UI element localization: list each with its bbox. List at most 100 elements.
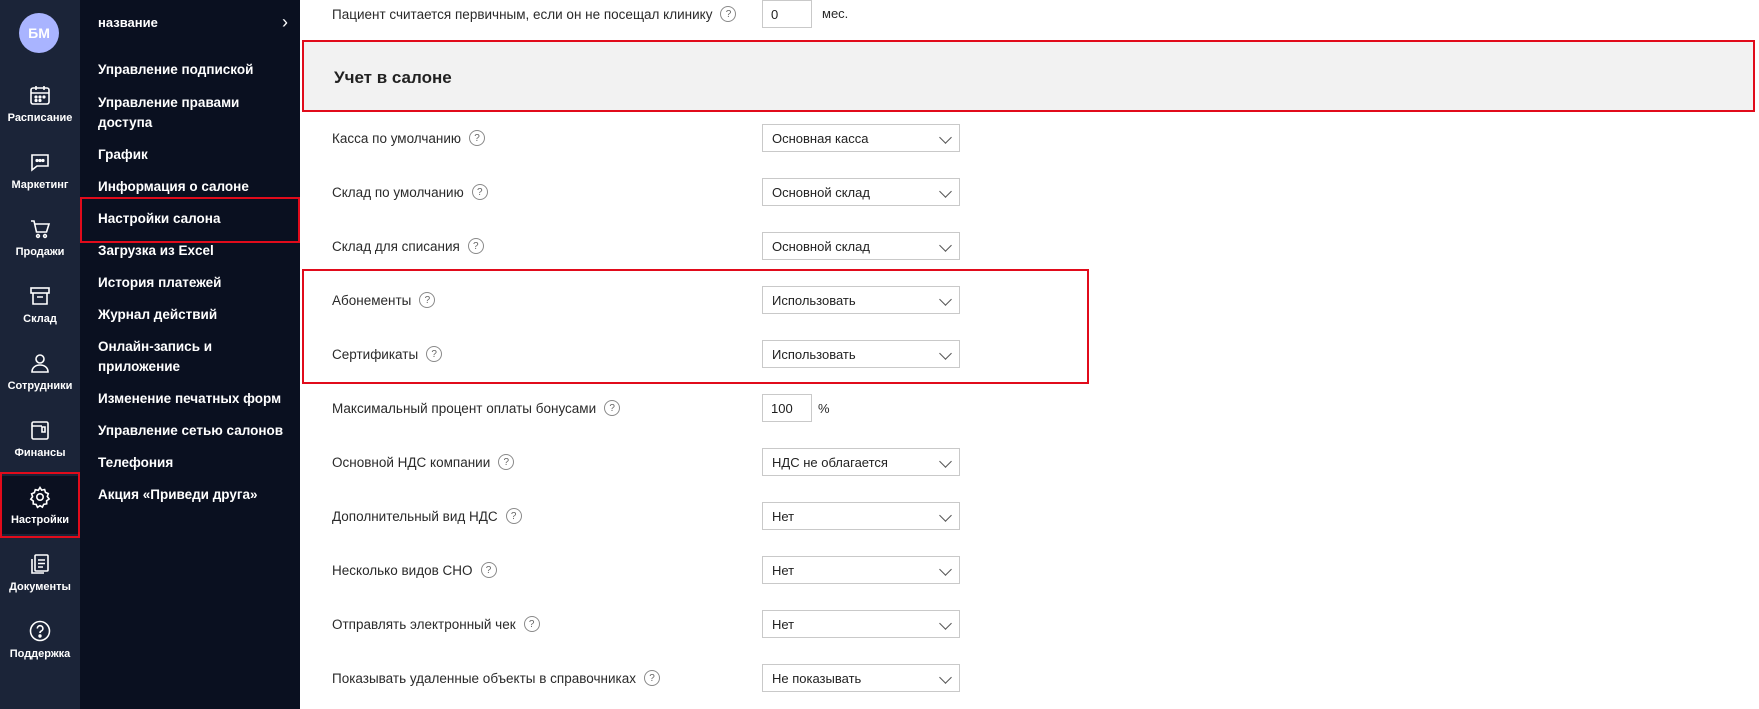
select-value: Основная касса — [772, 130, 869, 146]
menu-item-excel-import[interactable]: Загрузка из Excel — [98, 241, 293, 261]
help-icon — [29, 620, 51, 642]
menu-item-referral[interactable]: Акция «Приведи друга» — [98, 485, 293, 505]
max-bonus-percent-input[interactable]: 100 — [762, 394, 812, 422]
rail-item-employees[interactable]: Сотрудники — [0, 342, 80, 406]
row-main-vat: Основной НДС компании? — [332, 452, 515, 472]
help-icon[interactable]: ? — [498, 454, 515, 470]
settings-menu: название › Управление подпиской Управлен… — [80, 0, 300, 709]
rail-item-label: Сотрудники — [7, 380, 73, 392]
menu-item-subscription[interactable]: Управление подпиской — [98, 60, 293, 80]
row-label: Склад для списания — [332, 238, 460, 254]
help-icon[interactable]: ? — [643, 670, 660, 686]
primary-months-input[interactable]: 0 — [762, 0, 812, 28]
menu-item-access-rights[interactable]: Управление правами доступа — [98, 93, 293, 133]
rail-item-schedule[interactable]: Расписание — [0, 74, 80, 138]
help-icon[interactable]: ? — [480, 562, 497, 578]
menu-item-schedule[interactable]: График — [98, 145, 293, 165]
main-vat-select[interactable]: НДС не облагается — [762, 448, 960, 476]
select-value: Основной склад — [772, 238, 870, 254]
rail-item-sales[interactable]: Продажи — [0, 208, 80, 272]
chevron-down-icon — [939, 455, 952, 468]
row-label: Абонементы — [332, 292, 412, 308]
rail-item-label: Документы — [9, 581, 71, 593]
menu-item-online-booking[interactable]: Онлайн-запись и приложение — [98, 337, 293, 377]
rail-item-label: Склад — [23, 313, 57, 325]
rail-item-label: Поддержка — [9, 648, 71, 660]
row-e-receipt: Отправлять электронный чек? — [332, 614, 540, 634]
calendar-icon — [30, 86, 50, 105]
person-icon — [31, 354, 49, 373]
e-receipt-select[interactable]: Нет — [762, 610, 960, 638]
select-value: Нет — [772, 508, 795, 524]
help-icon[interactable]: ? — [426, 346, 443, 362]
help-icon[interactable]: ? — [419, 292, 436, 308]
box-icon — [30, 287, 50, 305]
help-icon[interactable]: ? — [604, 400, 621, 416]
chevron-down-icon — [939, 239, 952, 252]
menu-item-action-log[interactable]: Журнал действий — [98, 305, 293, 325]
select-value: Не показывать — [772, 670, 862, 686]
chat-icon — [31, 154, 49, 172]
section-header: Учет в салоне — [302, 40, 1755, 112]
select-value: НДС не облагается — [772, 454, 888, 470]
cart-icon — [31, 220, 51, 239]
wallet-icon — [31, 421, 49, 440]
row-default-warehouse: Склад по умолчанию? — [332, 182, 488, 202]
section-title: Учет в салоне — [334, 68, 452, 87]
menu-item-salon-info[interactable]: Информация о салоне — [98, 177, 293, 197]
tax-systems-select[interactable]: Нет — [762, 556, 960, 584]
avatar[interactable]: БМ — [19, 13, 59, 53]
menu-item-print-forms[interactable]: Изменение печатных форм — [98, 389, 293, 409]
row-label: Отправлять электронный чек — [332, 616, 516, 632]
extra-vat-select[interactable]: Нет — [762, 502, 960, 530]
chevron-down-icon — [939, 563, 952, 576]
row-default-cashbox: Касса по умолчанию? — [332, 128, 486, 148]
menu-header[interactable]: название › — [98, 12, 288, 32]
rail-item-label: Финансы — [14, 447, 66, 459]
row-label: Показывать удаленные объекты в справочни… — [332, 670, 636, 686]
help-icon[interactable]: ? — [505, 508, 522, 524]
menu-item-salon-network[interactable]: Управление сетью салонов — [98, 421, 293, 441]
highlight-frame — [80, 197, 300, 243]
select-value: Использовать — [772, 292, 856, 308]
help-icon[interactable]: ? — [523, 616, 540, 632]
help-icon[interactable]: ? — [469, 130, 486, 146]
select-value: Использовать — [772, 346, 856, 362]
menu-header-title: название — [98, 14, 158, 30]
percent-unit: % — [818, 401, 830, 416]
row-show-deleted: Показывать удаленные объекты в справочни… — [332, 668, 660, 688]
select-value: Основной склад — [772, 184, 870, 200]
highlight-frame — [302, 269, 1089, 384]
rail-item-support[interactable]: Поддержка — [0, 610, 80, 674]
rail-item-finance[interactable]: Финансы — [0, 409, 80, 473]
certificates-select[interactable]: Использовать — [762, 340, 960, 368]
rail-item-label: Маркетинг — [11, 179, 69, 191]
menu-item-telephony[interactable]: Телефония — [98, 453, 293, 473]
rail-item-warehouse[interactable]: Склад — [0, 275, 80, 339]
highlight-frame — [0, 472, 80, 538]
chevron-right-icon: › — [282, 11, 288, 32]
menu-item-payment-history[interactable]: История платежей — [98, 273, 293, 293]
rail-item-label: Расписание — [7, 112, 73, 124]
show-deleted-select[interactable]: Не показывать — [762, 664, 960, 692]
default-warehouse-select[interactable]: Основной склад — [762, 178, 960, 206]
select-value: Нет — [772, 562, 795, 578]
default-cashbox-select[interactable]: Основная касса — [762, 124, 960, 152]
documents-icon — [31, 554, 49, 574]
row-label: Дополнительный вид НДС — [332, 508, 498, 524]
help-icon[interactable]: ? — [467, 238, 484, 254]
help-icon[interactable]: ? — [720, 6, 737, 22]
writeoff-warehouse-select[interactable]: Основной склад — [762, 232, 960, 260]
rail-item-documents[interactable]: Документы — [0, 543, 80, 607]
row-subscriptions: Абонементы? — [332, 290, 436, 310]
chevron-down-icon — [939, 671, 952, 684]
chevron-down-icon — [939, 347, 952, 360]
row-label: Основной НДС компании — [332, 454, 491, 470]
row-label: Пациент считается первичным, если он не … — [332, 6, 713, 22]
row-extra-vat: Дополнительный вид НДС? — [332, 506, 522, 526]
rail-item-marketing[interactable]: Маркетинг — [0, 141, 80, 205]
help-icon[interactable]: ? — [471, 184, 488, 200]
chevron-down-icon — [939, 185, 952, 198]
subscriptions-select[interactable]: Использовать — [762, 286, 960, 314]
row-primary-patient: Пациент считается первичным, если он не … — [332, 4, 737, 24]
